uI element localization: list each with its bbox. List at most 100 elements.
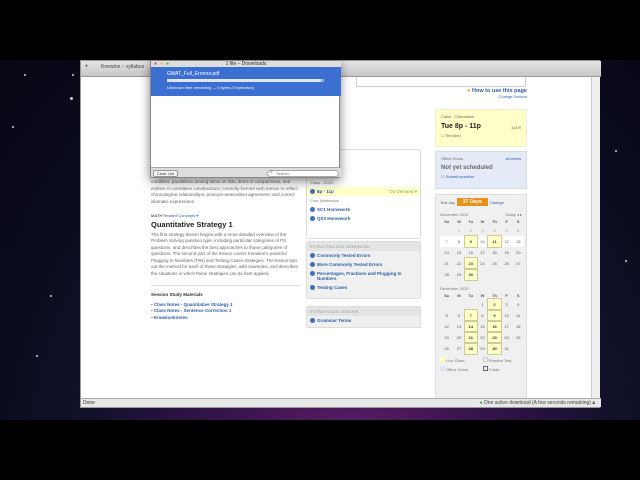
downloads-search-input[interactable] bbox=[267, 169, 339, 177]
calendar-day[interactable]: 17 bbox=[501, 321, 513, 332]
calendar-day[interactable]: 20 bbox=[453, 332, 465, 343]
download-item[interactable]: GMAT_Full_Errores.pdf Unknown time remai… bbox=[151, 67, 341, 96]
calendar-day[interactable]: 3 bbox=[477, 225, 489, 236]
calendar-day[interactable]: 21 bbox=[440, 258, 453, 269]
calendar-day[interactable]: 22 bbox=[453, 258, 465, 269]
calendar-day[interactable]: 2 bbox=[465, 225, 477, 236]
calendar-day[interactable]: 11 bbox=[512, 310, 524, 321]
calendar-day[interactable]: 22 bbox=[477, 332, 489, 343]
related-concepts-link[interactable]: Related Concepts ▾ bbox=[163, 213, 198, 218]
page-header-box bbox=[356, 77, 526, 87]
calendar-day[interactable]: 9 bbox=[487, 309, 502, 322]
calendar-day[interactable]: 7 bbox=[440, 236, 454, 247]
calendar-day[interactable]: 16 bbox=[487, 320, 502, 333]
calendar-day[interactable]: 15 bbox=[453, 247, 465, 258]
calendar-day[interactable]: 23 bbox=[487, 331, 502, 344]
calendar-day[interactable]: 9 bbox=[463, 235, 478, 248]
weekday-header: S bbox=[516, 218, 520, 224]
calendar-panel: Test day 37 Days Change November 2010 Tod… bbox=[435, 194, 527, 404]
calendar-day[interactable]: 24 bbox=[477, 258, 489, 269]
weekday-header: Tu bbox=[468, 292, 474, 298]
calendar-day[interactable]: 4 bbox=[488, 225, 501, 236]
lesson-title: Quantitative Strategy 1 bbox=[151, 219, 233, 229]
material-link[interactable]: ▪ Knowtonknotes bbox=[151, 315, 301, 322]
calendar-day[interactable]: 13 bbox=[453, 321, 465, 332]
practice-link[interactable]: More Commonly Tested Errors bbox=[307, 260, 420, 269]
calendar-day[interactable]: 21 bbox=[463, 331, 478, 344]
calendar-day[interactable]: 1 bbox=[477, 299, 489, 310]
calendar-day[interactable]: 13 bbox=[512, 236, 524, 247]
calendar-day[interactable]: 30 bbox=[463, 268, 478, 281]
on-demand-dropdown[interactable]: On Demand ▾ bbox=[389, 189, 417, 195]
calendar-day[interactable]: 5 bbox=[440, 310, 453, 321]
calendar-day[interactable]: 19 bbox=[440, 332, 453, 343]
tab-syllabus[interactable]: Knewton :: syllabus bbox=[101, 64, 144, 70]
change-test-day-link[interactable]: Change bbox=[490, 200, 504, 205]
calendar-day[interactable]: 24 bbox=[501, 332, 513, 343]
weekday-header: S bbox=[516, 292, 520, 298]
homework-link[interactable]: QS3 Homework bbox=[307, 214, 420, 223]
calendar-day[interactable]: 8 bbox=[477, 310, 489, 321]
calendar-day[interactable]: 19 bbox=[501, 247, 513, 258]
calendar-day[interactable]: 18 bbox=[488, 247, 501, 258]
calendar-day[interactable]: 25 bbox=[512, 332, 524, 343]
practice-link[interactable]: Testing Cases bbox=[307, 283, 420, 292]
practice-link[interactable]: Percentages, Fractions and Plugging In N… bbox=[307, 269, 420, 283]
calendar-day[interactable]: 28 bbox=[463, 342, 478, 355]
class-time: Tue 8p - 11p bbox=[441, 123, 481, 130]
submit-question-link[interactable]: ☐ Submit question bbox=[441, 174, 521, 179]
calendar-day[interactable]: 6 bbox=[453, 310, 465, 321]
calendar-day[interactable]: 14 bbox=[440, 247, 453, 258]
calendar-day[interactable]: 1 bbox=[453, 225, 465, 236]
archives-link[interactable]: Archives bbox=[506, 156, 521, 161]
calendar-day[interactable]: 28 bbox=[440, 269, 453, 280]
materials-title: Session Study Materials bbox=[151, 292, 203, 297]
calendar-day[interactable]: 2 bbox=[487, 298, 502, 311]
calendar-day[interactable]: 29 bbox=[477, 343, 489, 354]
calendar-day[interactable]: 31 bbox=[501, 343, 513, 354]
download-file-name: GMAT_Full_Errores.pdf bbox=[167, 71, 220, 77]
legend-live-class: Live Class bbox=[440, 357, 480, 363]
calendar-day[interactable]: 26 bbox=[440, 343, 453, 354]
focus-link[interactable]: Grammar Terms bbox=[307, 316, 420, 325]
calendar-day[interactable]: 26 bbox=[501, 258, 513, 269]
weekday-header: Tu bbox=[468, 218, 474, 224]
practice-link[interactable]: Commonly Tested Errors bbox=[307, 251, 420, 260]
calendar-day[interactable]: 7 bbox=[463, 309, 478, 322]
calendar-day[interactable]: 11 bbox=[487, 235, 502, 248]
weekday-header: M bbox=[457, 218, 461, 224]
change-section-link[interactable]: Change Section bbox=[421, 94, 527, 99]
calendar-day[interactable]: 30 bbox=[487, 342, 502, 355]
scrollbar[interactable] bbox=[591, 77, 600, 399]
extra-practice-header: Extra Practice Homework bbox=[307, 242, 420, 251]
calendar-day[interactable]: 10 bbox=[476, 236, 489, 247]
calendar-day[interactable]: 27 bbox=[453, 343, 465, 354]
today-button[interactable]: Today ◂ ▸ bbox=[505, 212, 522, 217]
calendar-day[interactable]: 23 bbox=[463, 257, 478, 270]
download-status[interactable]: ● One active download (A few seconds rem… bbox=[480, 399, 596, 407]
calendar-day[interactable]: 8 bbox=[453, 236, 465, 247]
calendar-day[interactable]: 3 bbox=[501, 299, 513, 310]
calendar-day[interactable]: 27 bbox=[512, 258, 524, 269]
weekday-header: Th bbox=[492, 292, 497, 298]
set-alert-link[interactable]: ☐ Set Alert bbox=[441, 133, 521, 138]
calendar-day[interactable]: 25 bbox=[488, 258, 501, 269]
calendar-day[interactable]: 12 bbox=[500, 236, 513, 247]
class-row[interactable]: 8p - 11p On Demand ▾ bbox=[307, 187, 420, 196]
calendar-day[interactable]: 6 bbox=[512, 225, 524, 236]
new-tab-icon[interactable]: + bbox=[85, 64, 89, 70]
calendar-day[interactable]: 29 bbox=[453, 269, 465, 280]
homework-link[interactable]: SC1 Homework bbox=[307, 205, 420, 214]
clear-list-button[interactable]: Clear List bbox=[153, 170, 178, 177]
lock-icon: 🔒︎ bbox=[592, 400, 595, 406]
calendar-day[interactable]: 4 bbox=[512, 299, 524, 310]
calendar-day[interactable]: 14 bbox=[463, 320, 478, 333]
calendar-day[interactable]: 5 bbox=[501, 225, 513, 236]
calendar-day[interactable]: 10 bbox=[501, 310, 513, 321]
calendar-day[interactable]: 17 bbox=[477, 247, 489, 258]
calendar-day[interactable]: 15 bbox=[477, 321, 489, 332]
calendar-day[interactable]: 12 bbox=[440, 321, 453, 332]
calendar-day[interactable]: 16 bbox=[465, 247, 477, 258]
calendar-day[interactable]: 18 bbox=[512, 321, 524, 332]
calendar-day[interactable]: 20 bbox=[512, 247, 524, 258]
